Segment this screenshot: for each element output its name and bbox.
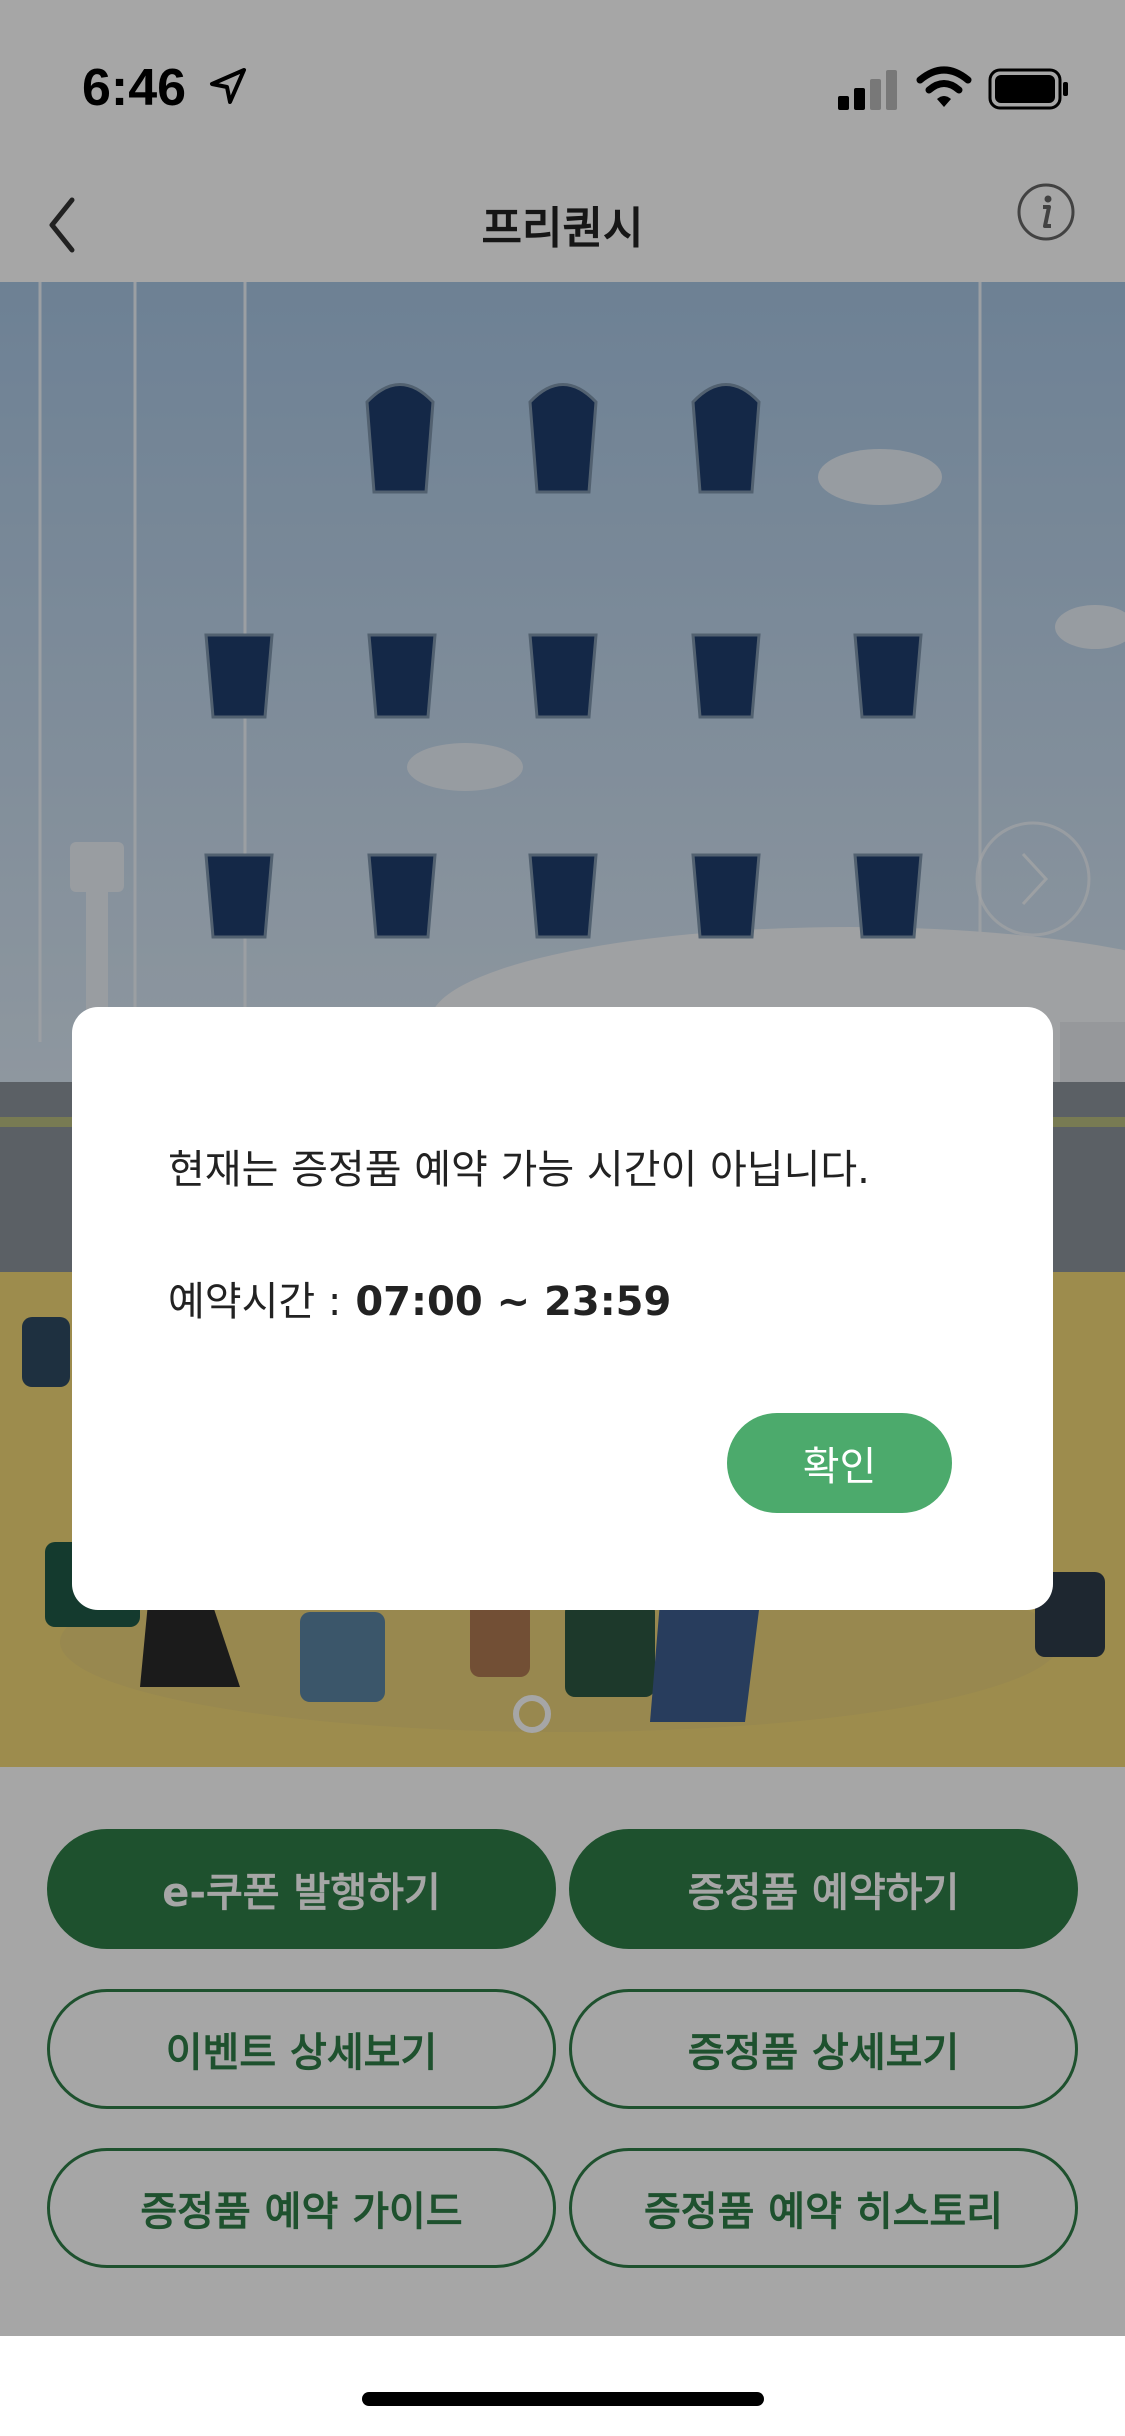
reservation-time-value: 07:00 ~ 23:59: [341, 1279, 672, 1325]
reservation-time-row: 예약시간 : 07:00 ~ 23:59: [168, 1269, 671, 1327]
home-indicator[interactable]: [362, 2392, 764, 2406]
reservation-time-label: 예약시간 :: [168, 1279, 342, 1325]
confirm-button[interactable]: 확인: [727, 1413, 952, 1513]
alert-dialog: 현재는 증정품 예약 가능 시간이 아닙니다. 예약시간 : 07:00 ~ 2…: [72, 1007, 1053, 1610]
dialog-message: 현재는 증정품 예약 가능 시간이 아닙니다.: [168, 1147, 870, 1193]
